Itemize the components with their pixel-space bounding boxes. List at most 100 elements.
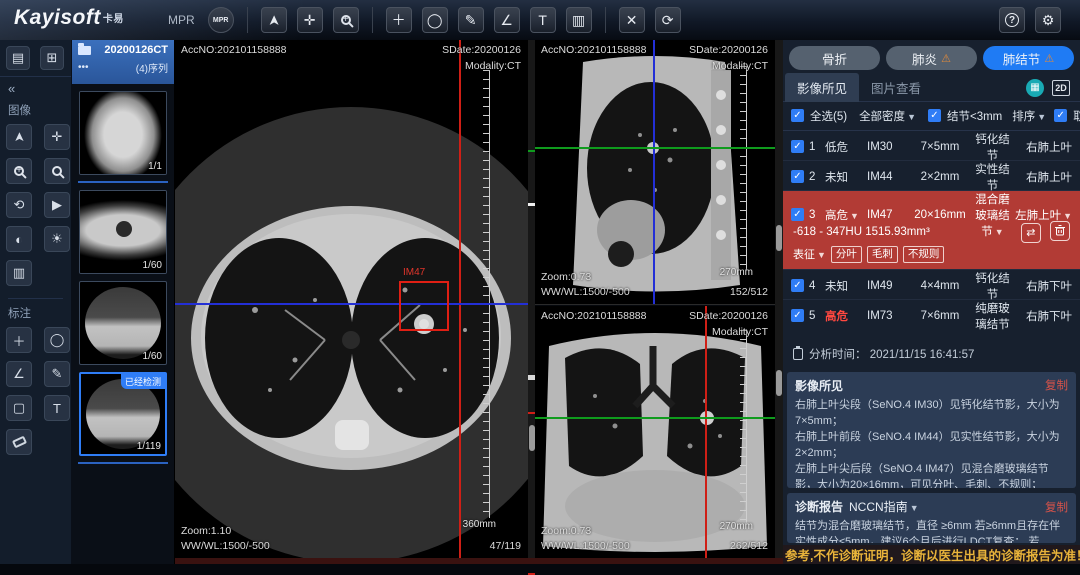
section-divider [8,298,63,299]
zoom-in-tool-icon[interactable]: + [333,7,359,33]
cursor-tool-icon[interactable]: ➤ [261,7,287,33]
ruler-annotation-icon[interactable]: ✎ [44,361,70,387]
type-dropdown[interactable]: 混合磨玻璃结节▼ [971,191,1014,239]
select-all-checkbox[interactable]: ✓ [791,109,804,122]
findings-text: 右肺上叶尖段（SeNO.4 IM30）见钙化结节影，大小为7×5mm； 右肺上叶… [795,397,1068,488]
tag-spiculated[interactable]: 毛刺 [867,246,898,263]
nodule-row-2[interactable]: ✓ 2 未知 IM44 2×2mm 实性结节 右肺上叶 [783,161,1080,191]
sag-study-info: SDate:20200126Modality:CT [689,43,768,75]
sag-crosshair-vertical[interactable] [653,40,655,304]
rectangle-annotation-icon[interactable]: ▢ [6,395,32,421]
series-thumbnail-axial-1[interactable]: 1/60 [79,190,167,274]
module-pneumonia-button[interactable]: 肺炎⚠ [886,46,977,70]
settings-gear-icon[interactable]: ⚙ [1035,7,1061,33]
cine-play-icon[interactable]: ▶ [44,192,70,218]
nodule-roi-box[interactable] [399,281,449,331]
collapse-panel-button[interactable]: « [0,77,71,100]
toolbar-divider [247,7,248,33]
axial-crosshair-horizontal[interactable] [175,303,528,305]
feature-dropdown[interactable]: 表征▼ [793,246,826,262]
help-icon[interactable]: ? [999,7,1025,33]
tab-findings[interactable]: 影像所见 [785,73,859,102]
compare-icon[interactable]: ⇄ [1021,223,1041,243]
scrollbar-thumb[interactable] [776,370,782,396]
text-tool-icon[interactable]: T [530,7,556,33]
series-thumbnail-axial-2[interactable]: 1/60 [79,281,167,365]
findings-copy-button[interactable]: 复制 [1045,377,1068,393]
scrollbar-thumb[interactable] [776,225,782,251]
coronal-viewport[interactable]: AccNO:202101158888 SDate:20200126Modalit… [535,306,775,558]
window-level-tool-icon[interactable]: ▥ [566,7,592,33]
ct-fov [86,379,160,449]
module-pills: 骨折 肺炎⚠ 肺结节⚠ [783,40,1080,74]
tag-lobulated[interactable]: 分叶 [831,246,862,263]
brightness-icon[interactable]: ☀ [44,226,70,252]
reset-tool-icon[interactable]: ⟳ [655,7,681,33]
row-checkbox[interactable]: ✓ [791,170,804,183]
row-checkbox[interactable]: ✓ [791,140,804,153]
axial-crosshair-vertical[interactable] [459,40,461,558]
pan-tool-icon[interactable]: ✛ [44,124,70,150]
view-2d-icon[interactable]: 2D [1052,80,1070,96]
cor-crosshair-vertical[interactable] [705,306,707,558]
cor-study-info: SDate:20200126Modality:CT [689,309,768,341]
round-checkbox[interactable]: ✓ [1054,109,1067,122]
layout-icon[interactable]: ⊞ [40,46,64,70]
contrast-invert-icon[interactable]: ◐ [6,226,32,252]
clear-tool-icon[interactable]: ✕ [619,7,645,33]
current-slice-marker [528,203,535,206]
angle-annotation-icon[interactable]: ∠ [6,361,32,387]
more-icon[interactable]: ••• [78,62,89,73]
row-checkbox[interactable]: ✓ [791,279,804,292]
cor-crosshair-horizontal[interactable] [535,417,775,419]
ellipse-tool-icon[interactable]: ◯ [422,7,448,33]
series-thumbnail-axial-selected[interactable]: 已经检测 1/119 [79,372,167,456]
row-checkbox[interactable]: ✓ [791,309,804,322]
crosshair-annotation-icon[interactable]: ＋ [6,327,32,353]
nodule-row-4[interactable]: ✓ 4 未知 IM49 4×4mm 钙化结节 右肺下叶 [783,270,1080,300]
nodule-row-1[interactable]: ✓ 1 低危 IM30 7×5mm 钙化结节 右肺上叶 [783,131,1080,161]
series-thumbnail-scout[interactable]: 1/1 [79,91,167,175]
zoom-in-tool-icon[interactable]: + [6,158,32,184]
hu-volume-value: -618 - 347HU 1515.93mm³ [793,226,930,238]
row-checkbox[interactable]: ✓ [791,208,804,221]
module-nodule-button[interactable]: 肺结节⚠ [983,46,1074,70]
analysis-time: 分析时间： 2021/11/15 16:41:57 [809,346,974,362]
magnify-tool-icon[interactable] [44,158,70,184]
text-annotation-icon[interactable]: T [44,395,70,421]
nodule-row-3-selected[interactable]: ✓ 3 高危▼ IM47 20×16mm 混合磨玻璃结节▼ 左肺上叶▼ -618… [783,191,1080,270]
sag-crosshair-horizontal[interactable] [535,147,775,149]
pan-tool-icon[interactable]: ✛ [297,7,323,33]
window-level-icon[interactable]: ▥ [6,260,32,286]
density-dropdown[interactable]: 全部密度▼ [859,108,916,124]
module-fracture-button[interactable]: 骨折 [789,46,880,70]
sag-accno: AccNO:202101158888 [541,43,646,59]
delete-icon[interactable] [1050,221,1070,241]
axial-ct-image [175,40,528,558]
sort-dropdown[interactable]: 排序▼ [1012,108,1046,124]
angle-tool-icon[interactable]: ∠ [494,7,520,33]
sagittal-viewport[interactable]: AccNO:202101158888 SDate:20200126Modalit… [535,40,775,305]
warning-icon: ⚠ [1044,52,1054,65]
crosshair-tool-icon[interactable]: ＋ [386,7,412,33]
cursor-tool-icon[interactable]: ➤ [6,124,32,150]
report-grid-icon[interactable]: ▦ [1026,79,1044,97]
tab-image-view[interactable]: 图片查看 [859,73,933,102]
rotate-tool-icon[interactable]: ⟲ [6,192,32,218]
eraser-icon[interactable] [6,429,32,455]
mpr-icon[interactable]: MPR [208,7,234,33]
axial-viewport[interactable]: AccNO:202101158888 SDate:20200126Modalit… [175,40,528,558]
small-nodule-checkbox[interactable]: ✓ [928,109,941,122]
scrollbar-thumb[interactable] [529,425,535,451]
tag-irregular[interactable]: 不规则 [903,246,945,263]
ruler-tool-icon[interactable]: ✎ [458,7,484,33]
nodule-row-5[interactable]: ✓ 5 高危 IM73 7×6mm 纯磨玻璃结节 右肺下叶 [783,300,1080,330]
series-list-icon[interactable]: ▤ [6,46,30,70]
study-header[interactable]: 20200126CT ••• (4)序列 [72,40,174,84]
sagcor-scrollbar[interactable] [775,40,783,558]
guideline-dropdown[interactable]: NCCN指南▼ [849,498,919,515]
ellipse-annotation-icon[interactable]: ◯ [44,327,70,353]
risk-dropdown[interactable]: 高危▼ [825,207,867,223]
axial-scrollbar[interactable] [528,40,535,558]
diagnosis-copy-button[interactable]: 复制 [1045,499,1068,515]
